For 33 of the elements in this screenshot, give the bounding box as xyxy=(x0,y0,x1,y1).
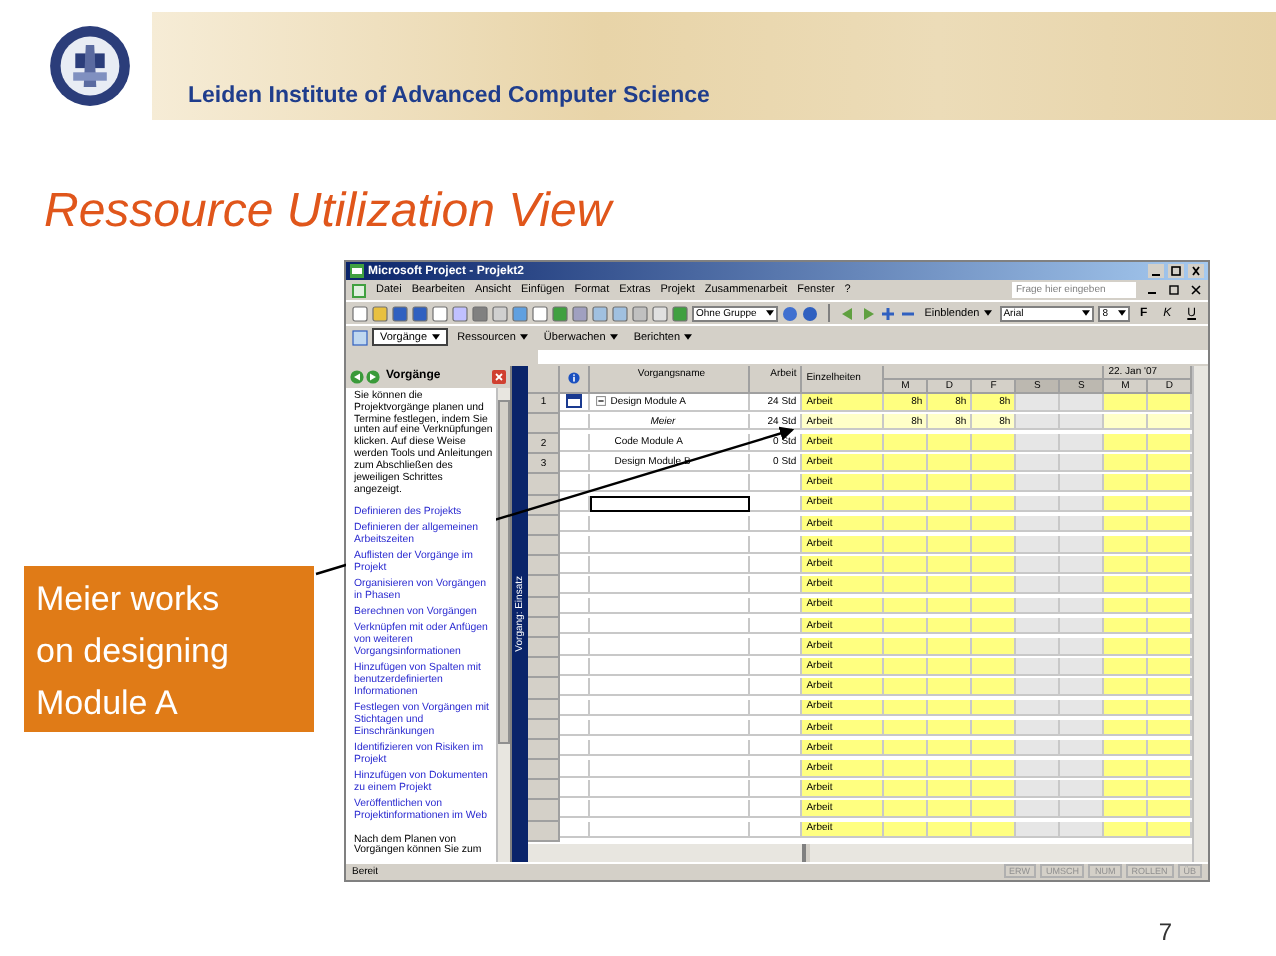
app-icon xyxy=(350,264,364,279)
page-number: 7 xyxy=(1158,918,1172,946)
caret-icon xyxy=(519,334,528,341)
close-icon[interactable] xyxy=(1190,284,1202,297)
callout-box: Meier works on designing Module A xyxy=(24,566,314,732)
maximize-icon[interactable] xyxy=(1168,264,1184,279)
minimize-icon[interactable] xyxy=(1148,264,1164,279)
scrollbar[interactable] xyxy=(810,843,1193,862)
forward-icon[interactable] xyxy=(366,369,380,384)
document-icon xyxy=(352,283,366,298)
caret-icon xyxy=(609,334,618,341)
scrollbar[interactable] xyxy=(528,843,807,862)
calendar-icon xyxy=(566,394,583,409)
caret-icon xyxy=(765,310,774,317)
toolbar-icon[interactable] xyxy=(781,305,798,322)
info-icon xyxy=(568,372,581,385)
back-icon[interactable] xyxy=(350,369,364,384)
scrollbar[interactable] xyxy=(496,387,511,862)
institute-name: Leiden Institute of Advanced Computer Science xyxy=(188,84,710,108)
close-icon[interactable] xyxy=(1188,264,1204,279)
caret-icon xyxy=(431,334,440,341)
collapse-icon[interactable] xyxy=(596,396,607,407)
restore-icon[interactable] xyxy=(1168,284,1180,297)
caret-icon xyxy=(1082,310,1091,317)
caret-icon xyxy=(1117,310,1126,317)
plus-icon[interactable] xyxy=(880,305,897,322)
help-icon[interactable] xyxy=(801,305,818,322)
slide-title: Ressource Utilization View xyxy=(44,184,616,242)
entry-field[interactable] xyxy=(538,350,1208,365)
caret-icon xyxy=(983,310,992,317)
scrollbar[interactable] xyxy=(1192,365,1209,862)
seal-logo xyxy=(48,24,132,108)
caret-icon xyxy=(684,334,693,341)
